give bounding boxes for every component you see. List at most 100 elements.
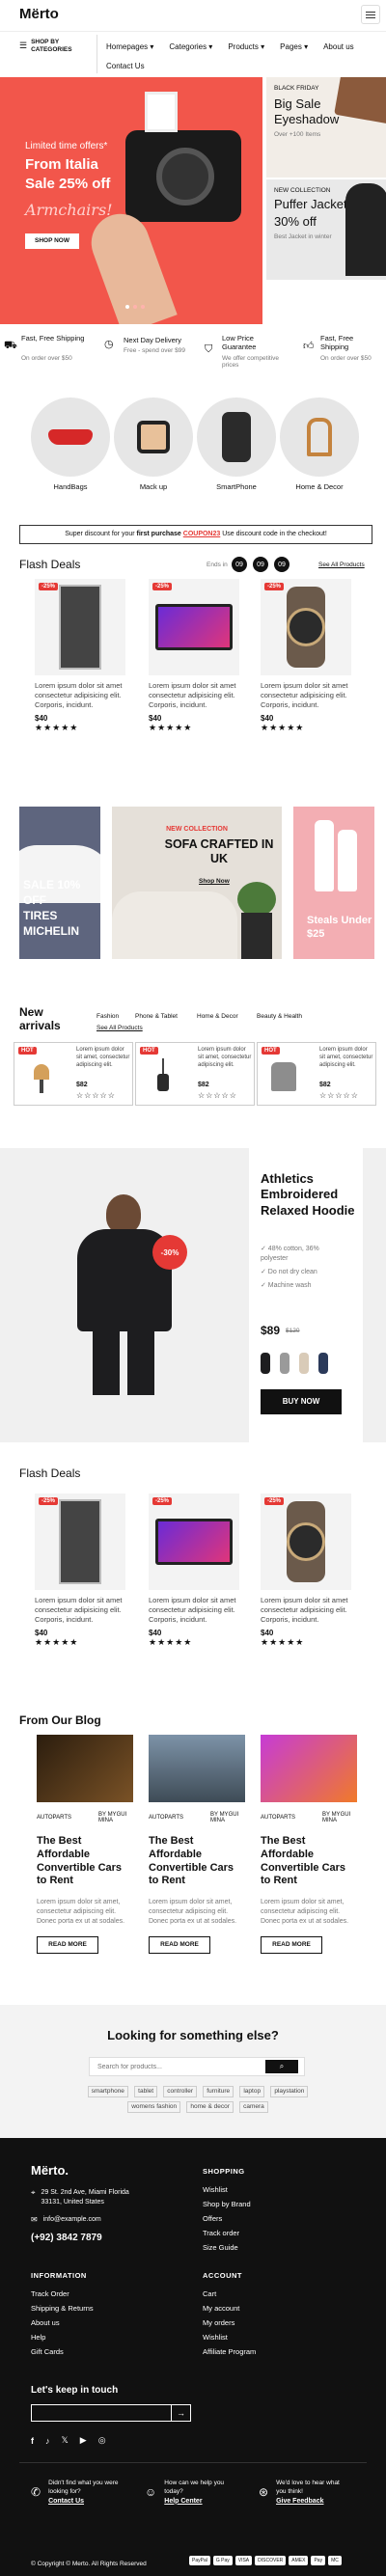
arrival-card[interactable]: HOT Lorem ipsum dolor sit amet, consecte… <box>135 1042 255 1106</box>
blog-post-title[interactable]: The Best Affordable Convertible Cars to … <box>261 1835 357 1888</box>
youtube-icon[interactable]: ▶ <box>80 2435 87 2446</box>
instagram-icon[interactable]: ◎ <box>98 2435 106 2446</box>
footer-phone[interactable]: (+92) 3842 7879 <box>31 2233 102 2243</box>
footer-link[interactable]: Cart <box>203 2289 256 2298</box>
sofa-shop-now-link[interactable]: Shop Now <box>199 878 230 885</box>
swatch-beige[interactable] <box>299 1353 309 1374</box>
product-card[interactable]: -25% Lorem ipsum dolor sit amet consecte… <box>35 579 125 733</box>
facebook-icon[interactable]: f <box>31 2436 34 2446</box>
see-all-link[interactable]: See All Products <box>318 562 365 568</box>
tag[interactable]: smartphone <box>87 2086 128 2097</box>
tag[interactable]: tablet <box>134 2086 158 2097</box>
arrival-card[interactable]: HOT Lorem ipsum dolor sit amet, consecte… <box>257 1042 376 1106</box>
product-card[interactable]: -25% Lorem ipsum dolor sit amet consecte… <box>149 579 239 733</box>
nav-contact[interactable]: Contact Us <box>106 62 145 70</box>
category-home-decor[interactable]: Home & Decor <box>280 397 359 491</box>
tag[interactable]: furniture <box>203 2086 234 2097</box>
footer-link[interactable]: Help <box>31 2333 94 2342</box>
blog-card[interactable]: AUTOPARTS BY MYGUI MINA The Best Affordab… <box>37 1735 133 1955</box>
hamburger-icon[interactable] <box>361 5 380 24</box>
category-handbags[interactable]: HandBags <box>31 397 110 491</box>
hero-side-1[interactable]: BLACK FRIDAY Big Sale Eyeshadow Over +10… <box>266 77 386 178</box>
read-more-button[interactable]: READ MORE <box>149 1936 210 1955</box>
swatch-navy[interactable] <box>318 1353 328 1374</box>
buy-now-button[interactable]: BUY NOW <box>261 1389 342 1414</box>
nav-about[interactable]: About us <box>323 42 354 51</box>
nav-products[interactable]: Products ▾ <box>228 42 264 51</box>
footer-link[interactable]: Size Guide <box>203 2243 251 2252</box>
category-makeup[interactable]: Mack up <box>114 397 193 491</box>
see-all-link[interactable]: See All Products <box>96 1025 143 1031</box>
footer-link[interactable]: Track order <box>203 2229 251 2237</box>
swatch-black[interactable] <box>261 1353 270 1374</box>
blog-author: BY MYGUI MINA <box>322 1812 351 1823</box>
search-button[interactable]: ⌕ <box>265 2060 298 2073</box>
tiktok-icon[interactable]: ♪ <box>45 2436 50 2446</box>
footer-link[interactable]: Wishlist <box>203 2333 256 2342</box>
hero-dots[interactable] <box>125 305 145 309</box>
shop-by-categories[interactable]: ☰ SHOP BY CATEGORIES <box>19 39 96 54</box>
blog-category[interactable]: AUTOPARTS <box>149 1815 183 1821</box>
footer-link[interactable]: About us <box>31 2318 94 2327</box>
tab-home-decor[interactable]: Home & Decor <box>197 1013 238 1020</box>
tab-beauty-health[interactable]: Beauty & Health <box>257 1013 302 1020</box>
give-feedback-link[interactable]: Give Feedback <box>276 2497 340 2506</box>
tag[interactable]: laptop <box>239 2086 265 2097</box>
tag[interactable]: home & decor <box>186 2100 234 2113</box>
newsletter-email-input[interactable] <box>32 2405 167 2421</box>
read-more-button[interactable]: READ MORE <box>261 1936 322 1955</box>
blog-category[interactable]: AUTOPARTS <box>261 1815 295 1821</box>
tab-phone-tablet[interactable]: Phone & Tablet <box>135 1013 178 1020</box>
x-icon[interactable]: 𝕏 <box>62 2435 69 2446</box>
blog-post-title[interactable]: The Best Affordable Convertible Cars to … <box>37 1835 133 1888</box>
blog-post-title[interactable]: The Best Affordable Convertible Cars to … <box>149 1835 245 1888</box>
product-card[interactable]: -25% Lorem ipsum dolor sit amet consecte… <box>261 579 351 733</box>
flash-deals-title: Flash Deals <box>19 558 81 571</box>
blog-card[interactable]: AUTOPARTS BY MYGUI MINA The Best Affordab… <box>261 1735 357 1955</box>
tag[interactable]: womens fashion <box>127 2100 181 2113</box>
category-smartphone[interactable]: SmartPhone <box>197 397 276 491</box>
swatch-grey[interactable] <box>280 1353 290 1374</box>
tires-line-2: OFF <box>23 893 46 907</box>
tab-fashion[interactable]: Fashion <box>96 1013 119 1020</box>
footer-link[interactable]: Shipping & Returns <box>31 2304 94 2313</box>
hero-banner[interactable]: Limited time offers* From Italia Sale 25… <box>0 77 262 324</box>
footer-logo[interactable]: Mërto. <box>31 2163 69 2178</box>
submit-arrow-icon[interactable]: → <box>171 2405 190 2421</box>
footer-link[interactable]: Affiliate Program <box>203 2347 256 2356</box>
footer-link[interactable]: My orders <box>203 2318 256 2327</box>
tag[interactable]: controller <box>163 2086 198 2097</box>
promo-sofa[interactable]: NEW COLLECTION SOFA CRAFTED IN UK Shop N… <box>112 807 282 959</box>
tag[interactable]: playstation <box>270 2086 309 2097</box>
search-input[interactable] <box>90 2058 263 2075</box>
footer-link[interactable]: Gift Cards <box>31 2347 94 2356</box>
coupon-code[interactable]: COUPON23 <box>183 531 221 537</box>
nav-categories[interactable]: Categories ▾ <box>169 42 212 51</box>
nav-homepages[interactable]: Homepages ▾ <box>106 42 153 51</box>
tag[interactable]: camera <box>239 2100 268 2113</box>
footer-link[interactable]: Shop by Brand <box>203 2200 251 2208</box>
footer-email[interactable]: ✉ info@example.com <box>31 2215 101 2224</box>
footer-link[interactable]: Offers <box>203 2214 251 2223</box>
blog-card[interactable]: AUTOPARTS BY MYGUI MINA The Best Affordab… <box>149 1735 245 1955</box>
contact-us-link[interactable]: Contact Us <box>48 2497 118 2506</box>
footer-link[interactable]: My account <box>203 2304 256 2313</box>
promo-tires[interactable]: SALE 10% OFF TIRES MICHELIN <box>19 807 100 959</box>
read-more-button[interactable]: READ MORE <box>37 1936 98 1955</box>
arrival-card[interactable]: HOT Lorem ipsum dolor sit amet, consecte… <box>14 1042 133 1106</box>
footer-link[interactable]: Track Order <box>31 2289 94 2298</box>
promo-steals[interactable]: Steals Under $25 <box>293 807 374 959</box>
product-card[interactable]: -25% Lorem ipsum dolor sit amet consecte… <box>35 1494 125 1648</box>
blog-excerpt: Lorem ipsum dolor sit amet, consectetur … <box>149 1899 237 1926</box>
sofa-image <box>112 891 237 959</box>
nav-pages[interactable]: Pages ▾ <box>280 42 308 51</box>
product-card[interactable]: -25% Lorem ipsum dolor sit amet consecte… <box>261 1494 351 1648</box>
blog-category[interactable]: AUTOPARTS <box>37 1815 71 1821</box>
footer-link[interactable]: Wishlist <box>203 2185 251 2194</box>
hero-side-2[interactable]: NEW COLLECTION Puffer Jacket 30% off Bes… <box>266 179 386 280</box>
product-card[interactable]: -25% Lorem ipsum dolor sit amet consecte… <box>149 1494 239 1648</box>
help-center-link[interactable]: Help Center <box>164 2497 224 2506</box>
logo[interactable]: Mërto <box>19 6 59 22</box>
color-swatches[interactable] <box>261 1353 328 1374</box>
hero-shop-now-button[interactable]: SHOP NOW <box>25 233 79 249</box>
